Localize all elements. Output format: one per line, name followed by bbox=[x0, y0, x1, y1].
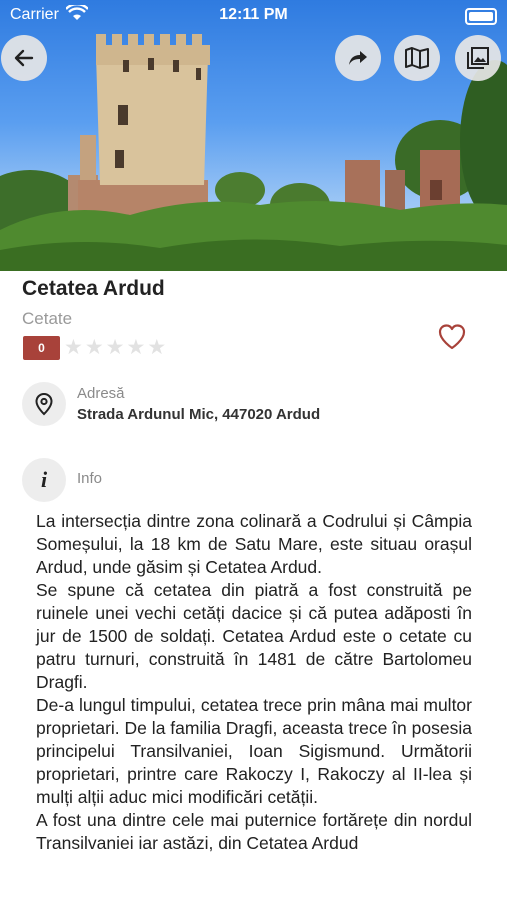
info-icon: i bbox=[40, 467, 48, 492]
star-icon[interactable]: ★ bbox=[126, 337, 145, 359]
star-icon[interactable]: ★ bbox=[64, 337, 83, 359]
share-button[interactable] bbox=[335, 35, 381, 81]
hero-image: Carrier 12:11 PM bbox=[0, 0, 507, 271]
back-arrow-icon bbox=[14, 49, 34, 67]
info-icon-wrap: i bbox=[22, 458, 66, 502]
map-button[interactable] bbox=[394, 35, 440, 81]
status-bar: Carrier 12:11 PM bbox=[0, 0, 507, 30]
location-pin-icon-wrap bbox=[22, 382, 66, 426]
gallery-button[interactable] bbox=[455, 35, 501, 81]
favorite-button[interactable] bbox=[437, 323, 467, 356]
place-category: Cetate bbox=[22, 309, 73, 328]
info-paragraph: De-a lungul timpului, cetatea trece prin… bbox=[36, 695, 472, 807]
star-rating[interactable]: ★ ★ ★ ★ ★ bbox=[64, 337, 166, 359]
place-title: Cetatea Ardud bbox=[22, 277, 165, 300]
info-paragraph: La intersecția dintre zona colinară a Co… bbox=[36, 511, 472, 577]
star-icon[interactable]: ★ bbox=[147, 337, 166, 359]
share-icon bbox=[349, 51, 367, 65]
info-paragraph: A fost una dintre cele mai puternice for… bbox=[36, 810, 472, 853]
map-icon bbox=[405, 47, 429, 69]
heart-icon bbox=[438, 324, 466, 350]
gallery-icon bbox=[467, 47, 489, 69]
back-button[interactable] bbox=[1, 35, 47, 81]
battery-icon bbox=[465, 8, 497, 25]
status-time: 12:11 PM bbox=[219, 6, 288, 23]
rating-badge: 0 bbox=[23, 336, 60, 360]
info-paragraph: Se spune că cetatea din piatră a fost co… bbox=[36, 580, 472, 692]
address-value[interactable]: Strada Ardunul Mic, 447020 Ardud bbox=[77, 406, 320, 423]
location-pin-icon bbox=[35, 392, 53, 416]
address-label: Adresă bbox=[77, 385, 125, 402]
star-icon[interactable]: ★ bbox=[106, 337, 125, 359]
info-label: Info bbox=[77, 470, 103, 487]
info-description: La intersecția dintre zona colinară a Co… bbox=[36, 510, 472, 855]
star-icon[interactable]: ★ bbox=[85, 337, 104, 359]
